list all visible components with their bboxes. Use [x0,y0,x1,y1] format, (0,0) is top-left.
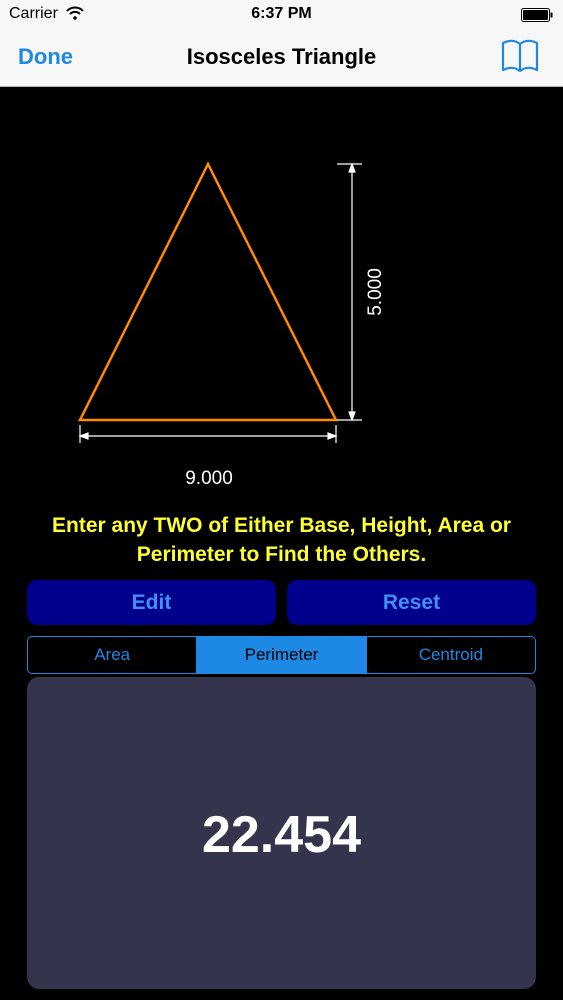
base-dimension-line [78,425,338,443]
book-icon[interactable] [501,39,539,73]
status-time: 6:37 PM [251,5,312,22]
tab-area[interactable]: Area [28,637,196,673]
done-button[interactable]: Done [18,44,73,70]
result-panel: 22.454 [27,677,536,989]
tab-perimeter[interactable]: Perimeter [196,637,366,673]
isosceles-triangle [77,161,339,422]
result-type-segmented-control: Area Perimeter Centroid [27,636,536,674]
triangle-figure [77,161,362,443]
edit-button[interactable]: Edit [27,580,276,625]
height-value-label: 5.000 [365,268,386,316]
height-dimension-line [337,162,362,422]
base-value-label: 9.000 [185,468,233,489]
instructions-text: Enter any TWO of Either Base, Height, Ar… [52,514,511,566]
triangle-diagram: 9.000 5.000 [0,87,563,507]
tab-centroid[interactable]: Centroid [365,637,535,673]
navigation-bar: Done Isosceles Triangle [0,30,563,87]
status-bar: Carrier 6:37 PM [0,0,563,30]
reset-button[interactable]: Reset [287,580,536,625]
page-title: Isosceles Triangle [186,44,377,69]
battery-icon [521,8,553,22]
result-value: 22.454 [201,806,362,864]
